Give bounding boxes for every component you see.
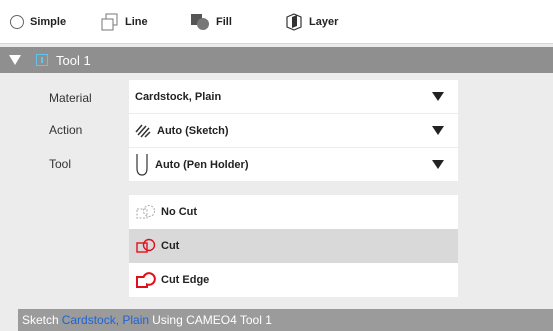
- action-value: Auto (Sketch): [157, 124, 229, 137]
- sketch-icon: [135, 124, 151, 138]
- tool-indicator-icon: [36, 54, 48, 66]
- no-cut-icon: [135, 203, 157, 221]
- tab-layer-label: Layer: [309, 16, 339, 28]
- layer-icon: [285, 13, 303, 31]
- tool-dropdown[interactable]: Auto (Pen Holder): [129, 148, 458, 181]
- chevron-down-icon: [432, 160, 444, 169]
- collapse-triangle-icon[interactable]: [8, 54, 22, 66]
- cut-edge-icon: [135, 271, 157, 289]
- action-label: Action: [49, 123, 83, 137]
- cut-option-list: No Cut Cut Cut Edge: [129, 195, 458, 297]
- chevron-down-icon: [432, 92, 444, 101]
- material-value: Cardstock, Plain: [135, 90, 222, 103]
- material-label: Material: [49, 91, 92, 105]
- status-material: Cardstock, Plain: [61, 313, 150, 327]
- tab-simple[interactable]: Simple: [10, 0, 66, 44]
- pen-holder-icon: [135, 153, 149, 177]
- tool-value: Auto (Pen Holder): [155, 158, 249, 171]
- tool-title: Tool 1: [56, 52, 91, 68]
- cut-option-no-cut[interactable]: No Cut: [129, 195, 458, 229]
- tool-header[interactable]: Tool 1: [0, 47, 553, 73]
- tab-layer[interactable]: Layer: [285, 0, 338, 44]
- action-dropdown[interactable]: Auto (Sketch): [129, 114, 458, 147]
- radio-icon: [10, 15, 24, 29]
- cut-option-cut-edge[interactable]: Cut Edge: [129, 263, 458, 297]
- tab-bar: Simple Line Fill Layer: [0, 0, 553, 44]
- status-suffix: Using CAMEO4 Tool 1: [152, 313, 272, 327]
- status-prefix: Sketch: [22, 313, 59, 327]
- status-bar: Sketch Cardstock, Plain Using CAMEO4 Too…: [18, 309, 553, 331]
- cut-option-label: No Cut: [161, 206, 198, 218]
- cut-option-cut[interactable]: Cut: [129, 229, 458, 263]
- tab-simple-label: Simple: [30, 16, 67, 28]
- cut-option-label: Cut Edge: [161, 274, 210, 286]
- tab-fill[interactable]: Fill: [190, 0, 232, 44]
- chevron-down-icon: [432, 126, 444, 135]
- cut-icon: [135, 237, 157, 255]
- cut-option-label: Cut: [161, 240, 180, 252]
- tab-line-label: Line: [125, 16, 148, 28]
- material-dropdown[interactable]: Cardstock, Plain: [129, 80, 458, 113]
- tab-line[interactable]: Line: [101, 0, 148, 44]
- tool-label: Tool: [49, 157, 72, 171]
- line-style-icon: [101, 13, 119, 31]
- fill-icon: [190, 13, 210, 31]
- tab-fill-label: Fill: [216, 16, 232, 28]
